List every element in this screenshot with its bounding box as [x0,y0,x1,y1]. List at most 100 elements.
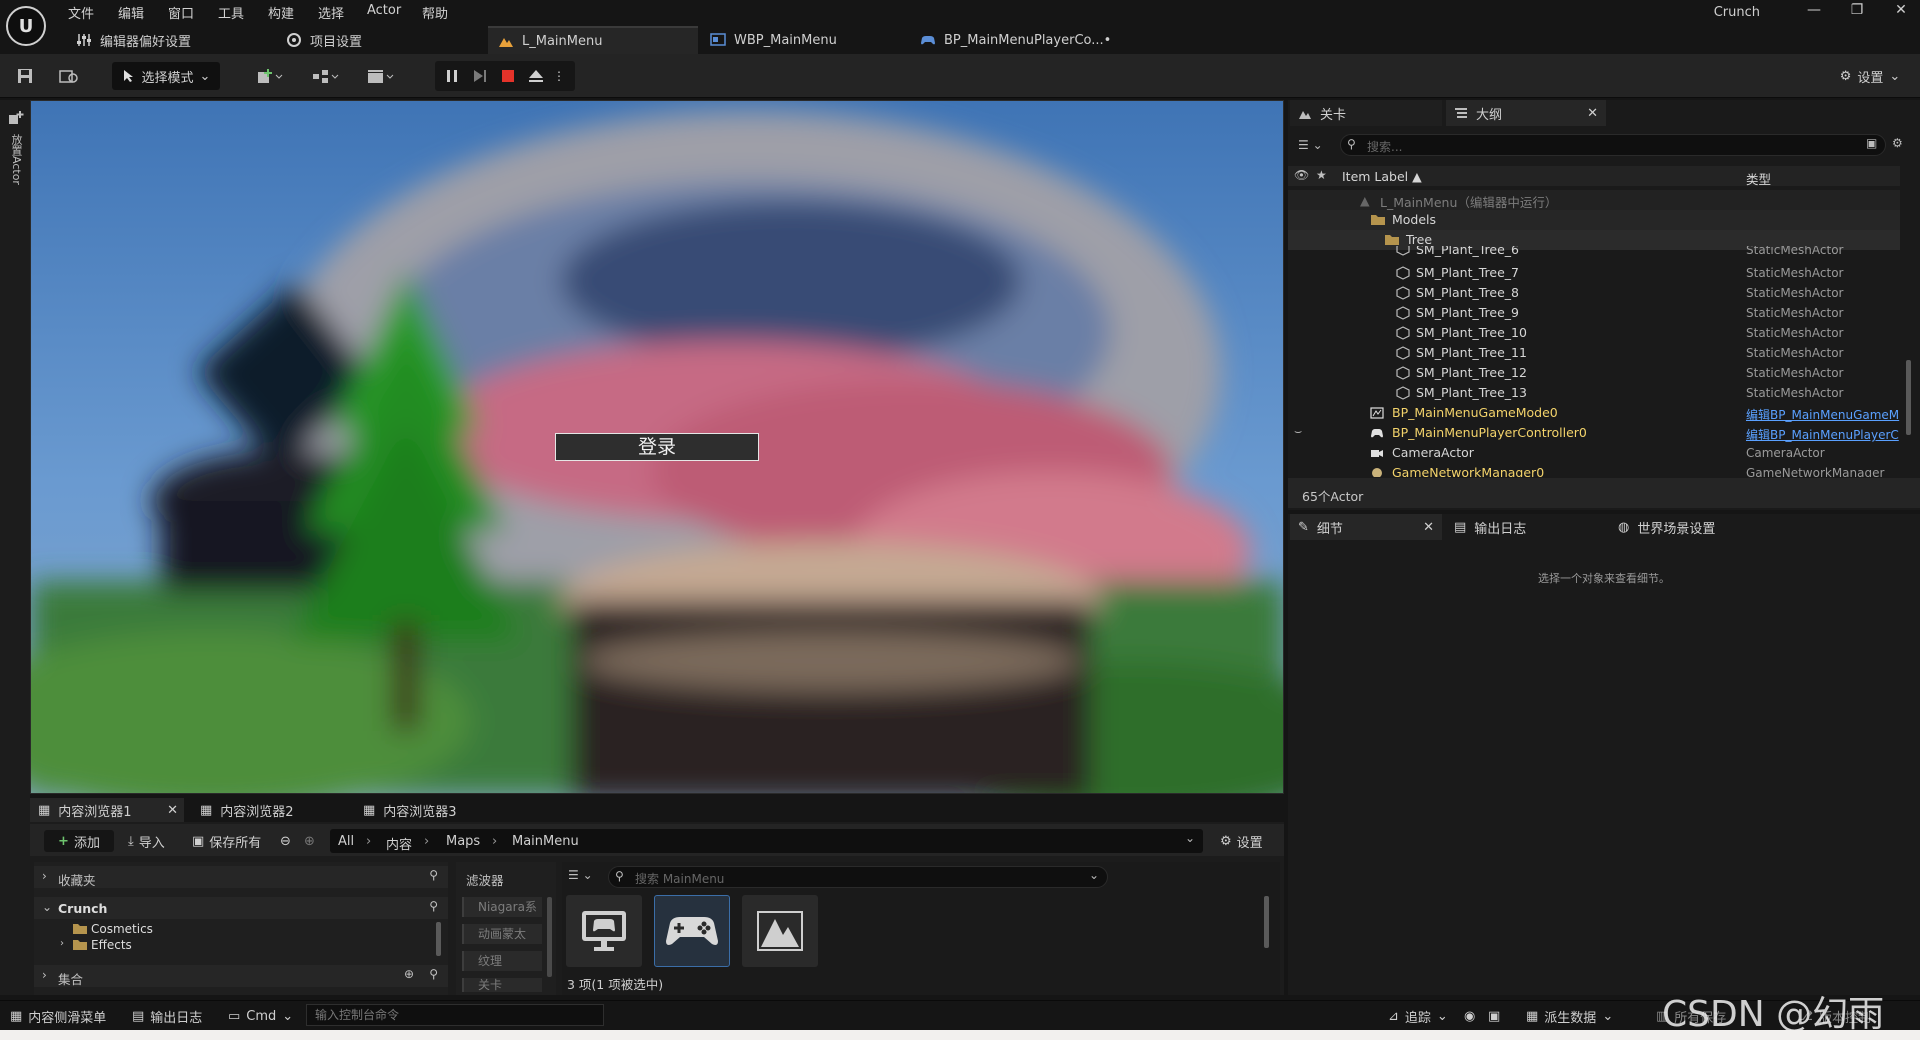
console-command-input[interactable]: 输入控制台命令 [306,1004,604,1026]
menu-build[interactable]: 构建 [268,3,294,22]
tab-world-settings[interactable]: ◍ 世界场景设置 [1610,514,1790,540]
project-section[interactable]: ⌄ Crunch ⚲ [34,897,448,919]
browse-icon[interactable] [56,62,82,90]
close-window-icon[interactable]: ✕ [1886,2,1916,22]
filter-level[interactable]: 关卡 [462,978,542,992]
menu-actor[interactable]: Actor [367,3,401,18]
tab-outliner[interactable]: 大纲 ✕ [1446,100,1606,126]
forward-icon[interactable]: ⊕ [304,830,315,852]
asset-search-input[interactable]: ⚲ 搜索 MainMenu ⌄ [608,866,1108,888]
filter-icon[interactable]: ☰ ⌄ [1298,138,1323,152]
login-button[interactable]: 登录 [555,433,759,461]
tab-details[interactable]: ✎ 细节 ✕ [1290,514,1442,540]
tree-row-player-controller[interactable]: ⌣ BP_MainMenuPlayerController0 编辑BP_Main… [1288,423,1900,443]
breadcrumb-maps[interactable]: Maps [446,834,480,849]
add-folder-icon[interactable]: ▣ [1866,136,1877,150]
save-icon[interactable] [12,62,38,90]
outliner-scrollbar[interactable] [1906,360,1911,435]
menu-help[interactable]: 帮助 [422,3,448,22]
menu-tools[interactable]: 工具 [218,3,244,22]
cinematics-button[interactable] [360,62,400,90]
menu-window[interactable]: 窗口 [168,3,194,22]
unreal-logo-icon[interactable]: U [6,6,46,46]
filter-icon[interactable]: ☰ ⌄ [568,868,593,882]
filter-niagara[interactable]: Niagara系 [462,897,542,917]
row-type-link[interactable]: 编辑BP_MainMenuPlayerC [1746,426,1899,443]
tab-content-browser-3[interactable]: ▦ 内容浏览器3 [355,798,505,822]
derived-data-button[interactable]: ▦ 派生数据 ⌄ [1526,1006,1613,1026]
breadcrumb-all[interactable]: All [338,834,354,849]
tree-row-actor[interactable]: SM_Plant_Tree_11 StaticMeshActor [1288,343,1900,363]
favorites-section[interactable]: › 收藏夹 ⚲ [34,866,448,888]
column-item-label[interactable]: Item Label ▲ [1342,169,1422,184]
filter-anim-montage[interactable]: 动画蒙太 [462,924,542,944]
content-drawer-button[interactable]: ▦ 内容侧滑菜单 [10,1006,106,1026]
tab-output-log[interactable]: ▤ 输出日志 [1446,514,1606,540]
search-icon[interactable]: ⚲ [429,967,438,981]
tree-row-actor[interactable]: SM_Plant_Tree_10 StaticMeshActor [1288,323,1900,343]
tree-row-camera[interactable]: CameraActor CameraActor [1288,443,1900,463]
eject-icon[interactable] [524,62,548,90]
more-options-icon[interactable]: ⋮ [552,62,566,90]
content-settings-button[interactable]: ⚙ 设置 [1220,830,1263,852]
add-actor-button[interactable] [250,62,290,90]
visibility-eye-icon[interactable]: 👁 [1294,168,1309,182]
minimize-icon[interactable]: — [1799,2,1829,22]
asset-level-map[interactable] [742,895,818,967]
tree-row-actor[interactable]: SM_Plant_Tree_13 StaticMeshActor [1288,383,1900,403]
close-tab-icon[interactable]: ✕ [1587,106,1598,121]
folder-effects[interactable]: Effects [91,938,132,952]
tab-levels[interactable]: 关卡 [1290,100,1442,126]
settings-button[interactable]: ⚙ 设置 ⌄ [1830,62,1910,90]
place-actor-icon[interactable] [8,110,24,126]
search-icon[interactable]: ⚲ [429,899,438,913]
tree-row-actor[interactable]: SM_Plant_Tree_6 StaticMeshActor [1288,246,1900,260]
row-type-link[interactable]: 编辑BP_MainMenuGameM [1746,406,1899,423]
save-all-button[interactable]: ▣ 保存所有 [192,830,261,852]
pause-icon[interactable] [440,62,464,90]
visibility-eye-icon[interactable]: ⌣ [1294,423,1302,439]
menu-select[interactable]: 选择 [318,3,344,22]
tree-row-actor[interactable]: SM_Plant_Tree_8 StaticMeshActor [1288,283,1900,303]
step-frame-icon[interactable] [468,62,492,90]
tree-row-actor[interactable]: SM_Plant_Tree_12 StaticMeshActor [1288,363,1900,383]
column-type[interactable]: 类型 [1746,169,1771,188]
sources-scrollbar[interactable] [436,922,441,956]
filters-scrollbar[interactable] [547,897,552,977]
tab-editor-preferences[interactable]: 编辑器偏好设置 [66,26,201,54]
add-button[interactable]: + 添加 [44,830,114,852]
blueprints-button[interactable] [305,62,345,90]
outliner-search-input[interactable]: ⚲ 搜索... ⌄ [1340,134,1886,156]
cmd-dropdown[interactable]: ▭ Cmd ⌄ [228,1006,293,1026]
trace-button[interactable]: ⊿ 追踪 ⌄ [1388,1006,1448,1026]
tab-widget-main-menu[interactable]: WBP_MainMenu [700,26,847,54]
tab-project-settings[interactable]: 项目设置 [276,26,372,54]
tree-row-network-manager[interactable]: GameNetworkManager0 GameNetworkManager [1288,463,1900,477]
output-log-button[interactable]: ▤ 输出日志 [132,1006,202,1026]
restore-icon[interactable]: ❐ [1842,2,1872,22]
tree-row-folder-models[interactable]: Models [1288,210,1900,230]
filter-texture[interactable]: 纹理 [462,951,542,971]
tree-row-gamemode[interactable]: BP_MainMenuGameMode0 编辑BP_MainMenuGameM [1288,403,1900,423]
close-tab-icon[interactable]: ✕ [1423,520,1434,535]
favorite-star-icon[interactable]: ★ [1316,168,1327,182]
add-collection-icon[interactable]: ⊕ [404,967,414,981]
menu-file[interactable]: 文件 [68,3,94,22]
asset-scrollbar[interactable] [1264,896,1269,948]
chevron-right-icon[interactable]: › [60,938,64,949]
place-actor-label[interactable]: 放置Actor [8,134,24,185]
back-icon[interactable]: ⊖ [280,830,291,852]
stop-icon[interactable] [496,62,520,90]
import-button[interactable]: ⤓ 导入 [128,830,165,852]
menu-edit[interactable]: 编辑 [118,3,144,22]
breadcrumb-mainmenu[interactable]: MainMenu [512,834,579,849]
tree-row-actor[interactable]: SM_Plant_Tree_7 StaticMeshActor [1288,263,1900,283]
select-mode-button[interactable]: 选择模式 ⌄ [112,62,220,90]
tree-row-level-root[interactable]: ▲ L_MainMenu（编辑器中运行） [1288,190,1900,210]
screenshot-icon[interactable]: ▣ [1488,1006,1500,1026]
tab-player-controller[interactable]: BP_MainMenuPlayerCo...• [910,26,1121,54]
search-icon[interactable]: ⚲ [429,868,438,882]
tab-content-browser-2[interactable]: ▦ 内容浏览器2 [192,798,342,822]
record-icon[interactable]: ◉ [1464,1006,1475,1026]
asset-hud-monitor[interactable] [566,895,642,967]
